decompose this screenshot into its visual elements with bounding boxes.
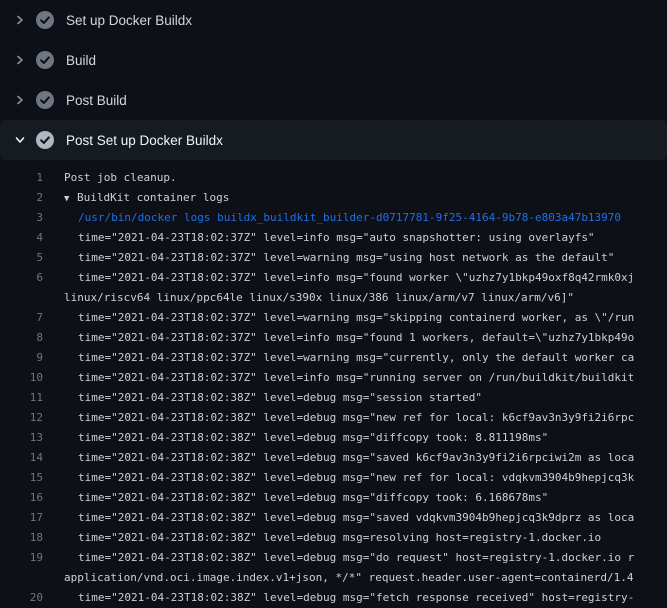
chevron-right-icon bbox=[13, 94, 27, 106]
log-text: time="2021-04-23T18:02:37Z" level=info m… bbox=[78, 328, 634, 348]
log-text: time="2021-04-23T18:02:37Z" level=info m… bbox=[78, 268, 634, 288]
line-number[interactable]: 5 bbox=[0, 248, 43, 268]
actions-log-viewer: { "colors": { "bg": "#0d1117", "step-exp… bbox=[0, 0, 667, 600]
line-number[interactable]: 17 bbox=[0, 508, 43, 528]
check-circle-icon bbox=[36, 11, 54, 29]
line-number[interactable]: 3 bbox=[0, 208, 43, 228]
log-line-wrap: linux/riscv64 linux/ppc64le linux/s390x … bbox=[0, 288, 667, 308]
log-text: time="2021-04-23T18:02:38Z" level=debug … bbox=[78, 388, 482, 408]
log-text: time="2021-04-23T18:02:38Z" level=debug … bbox=[78, 588, 634, 608]
line-number bbox=[0, 568, 43, 588]
log-text: time="2021-04-23T18:02:37Z" level=warnin… bbox=[78, 248, 614, 268]
log-line: 12 time="2021-04-23T18:02:38Z" level=deb… bbox=[0, 408, 667, 428]
step-header-build[interactable]: Build bbox=[0, 40, 667, 80]
line-number[interactable]: 19 bbox=[0, 548, 43, 568]
line-number[interactable]: 2 bbox=[0, 188, 43, 208]
line-number[interactable]: 1 bbox=[0, 168, 43, 188]
log-line: 6 time="2021-04-23T18:02:37Z" level=info… bbox=[0, 268, 667, 288]
line-number[interactable]: 7 bbox=[0, 308, 43, 328]
step-list: Set up Docker Buildx Build Post Build Po… bbox=[0, 0, 667, 160]
line-number[interactable]: 9 bbox=[0, 348, 43, 368]
log-group-label: ▼BuildKit container logs bbox=[64, 188, 229, 208]
log-line: 16 time="2021-04-23T18:02:38Z" level=deb… bbox=[0, 488, 667, 508]
line-number[interactable]: 10 bbox=[0, 368, 43, 388]
line-number[interactable]: 4 bbox=[0, 228, 43, 248]
expand-triangle-icon[interactable]: ▼ bbox=[64, 189, 77, 208]
log-line: 10 time="2021-04-23T18:02:37Z" level=inf… bbox=[0, 368, 667, 388]
log-text: time="2021-04-23T18:02:37Z" level=warnin… bbox=[78, 308, 634, 328]
log-text: time="2021-04-23T18:02:38Z" level=debug … bbox=[78, 468, 634, 488]
log-text: BuildKit container logs bbox=[77, 191, 229, 204]
line-number[interactable]: 8 bbox=[0, 328, 43, 348]
line-number[interactable]: 18 bbox=[0, 528, 43, 548]
log-text: time="2021-04-23T18:02:38Z" level=debug … bbox=[78, 528, 601, 548]
log-line: 9 time="2021-04-23T18:02:37Z" level=warn… bbox=[0, 348, 667, 368]
log-text: linux/riscv64 linux/ppc64le linux/s390x … bbox=[64, 288, 574, 308]
step-label: Post Set up Docker Buildx bbox=[66, 133, 223, 148]
command-text: /usr/bin/docker logs buildx_buildkit_bui… bbox=[78, 208, 621, 228]
log-line: 7 time="2021-04-23T18:02:37Z" level=warn… bbox=[0, 308, 667, 328]
line-number[interactable]: 20 bbox=[0, 588, 43, 608]
log-line: 11 time="2021-04-23T18:02:38Z" level=deb… bbox=[0, 388, 667, 408]
log-text: time="2021-04-23T18:02:38Z" level=debug … bbox=[78, 548, 634, 568]
log-text: time="2021-04-23T18:02:38Z" level=debug … bbox=[78, 448, 634, 468]
log-line: 5 time="2021-04-23T18:02:37Z" level=warn… bbox=[0, 248, 667, 268]
line-number[interactable]: 11 bbox=[0, 388, 43, 408]
log-line-command: 3 /usr/bin/docker logs buildx_buildkit_b… bbox=[0, 208, 667, 228]
step-header-post-set-up-docker-buildx[interactable]: Post Set up Docker Buildx bbox=[0, 120, 667, 160]
log-text: time="2021-04-23T18:02:38Z" level=debug … bbox=[78, 428, 548, 448]
line-number[interactable]: 14 bbox=[0, 448, 43, 468]
log-line: 13 time="2021-04-23T18:02:38Z" level=deb… bbox=[0, 428, 667, 448]
log-text: time="2021-04-23T18:02:37Z" level=info m… bbox=[78, 368, 634, 388]
log-line: 17 time="2021-04-23T18:02:38Z" level=deb… bbox=[0, 508, 667, 528]
log-text: time="2021-04-23T18:02:37Z" level=warnin… bbox=[78, 348, 634, 368]
line-number[interactable]: 15 bbox=[0, 468, 43, 488]
step-header-set-up-docker-buildx[interactable]: Set up Docker Buildx bbox=[0, 0, 667, 40]
log-line: 14 time="2021-04-23T18:02:38Z" level=deb… bbox=[0, 448, 667, 468]
check-circle-icon bbox=[36, 91, 54, 109]
log-line: 4 time="2021-04-23T18:02:37Z" level=info… bbox=[0, 228, 667, 248]
step-label: Post Build bbox=[66, 93, 127, 108]
line-number[interactable]: 16 bbox=[0, 488, 43, 508]
log-line: 1 Post job cleanup. bbox=[0, 168, 667, 188]
step-label: Build bbox=[66, 53, 96, 68]
log-text: Post job cleanup. bbox=[64, 168, 177, 188]
log-text: time="2021-04-23T18:02:38Z" level=debug … bbox=[78, 508, 634, 528]
check-circle-icon bbox=[36, 51, 54, 69]
check-circle-icon bbox=[36, 131, 54, 149]
chevron-down-icon bbox=[13, 134, 27, 146]
line-number[interactable]: 6 bbox=[0, 268, 43, 288]
log-line: 15 time="2021-04-23T18:02:38Z" level=deb… bbox=[0, 468, 667, 488]
log-line: 20 time="2021-04-23T18:02:38Z" level=deb… bbox=[0, 588, 667, 608]
chevron-right-icon bbox=[13, 14, 27, 26]
log-text: time="2021-04-23T18:02:37Z" level=info m… bbox=[78, 228, 595, 248]
log-text: application/vnd.oci.image.index.v1+json,… bbox=[64, 568, 634, 588]
log-line: 8 time="2021-04-23T18:02:37Z" level=info… bbox=[0, 328, 667, 348]
line-number[interactable]: 12 bbox=[0, 408, 43, 428]
chevron-right-icon bbox=[13, 54, 27, 66]
step-label: Set up Docker Buildx bbox=[66, 13, 192, 28]
log-group-header[interactable]: 2 ▼BuildKit container logs bbox=[0, 188, 667, 208]
log-output: 1 Post job cleanup. 2 ▼BuildKit containe… bbox=[0, 160, 667, 608]
step-header-post-build[interactable]: Post Build bbox=[0, 80, 667, 120]
log-text: time="2021-04-23T18:02:38Z" level=debug … bbox=[78, 408, 634, 428]
log-line: 18 time="2021-04-23T18:02:38Z" level=deb… bbox=[0, 528, 667, 548]
line-number[interactable]: 13 bbox=[0, 428, 43, 448]
log-line-wrap: application/vnd.oci.image.index.v1+json,… bbox=[0, 568, 667, 588]
log-text: time="2021-04-23T18:02:38Z" level=debug … bbox=[78, 488, 548, 508]
log-line: 19 time="2021-04-23T18:02:38Z" level=deb… bbox=[0, 548, 667, 568]
line-number bbox=[0, 288, 43, 308]
